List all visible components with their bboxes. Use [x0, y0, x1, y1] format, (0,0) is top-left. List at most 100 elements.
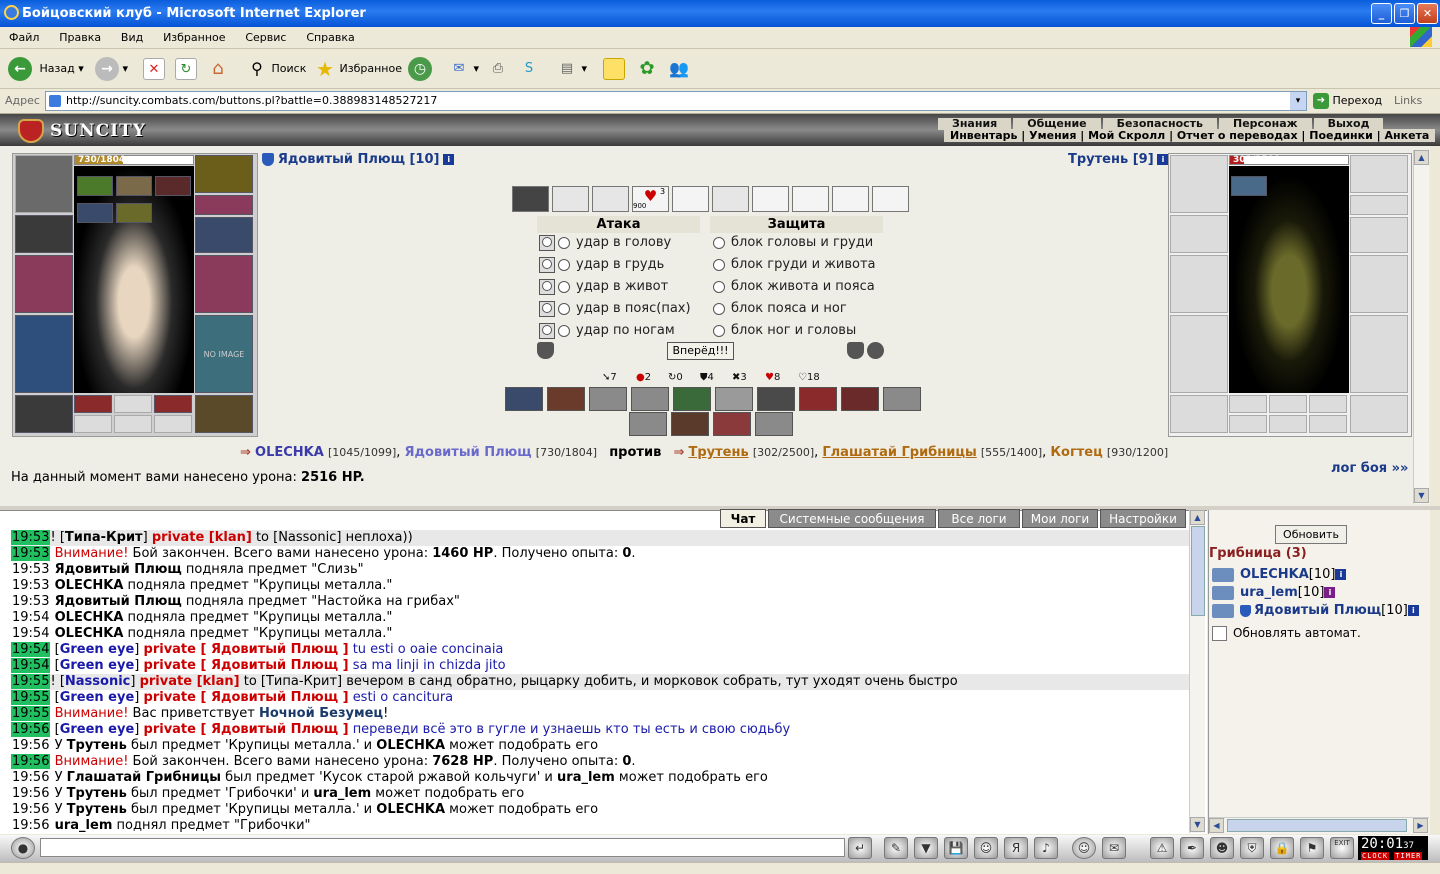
lock-icon[interactable]: 🔒	[1270, 837, 1294, 859]
buff-icon-4[interactable]	[77, 203, 113, 223]
tab-system-messages[interactable]: Системные сообщения	[768, 509, 936, 528]
defense-shield-icon[interactable]	[537, 342, 554, 359]
mail-button[interactable]: ✉ ▾	[448, 56, 479, 82]
room-player-name[interactable]: Ядовитый Плющ	[1254, 603, 1381, 618]
minimize-button[interactable]: _	[1371, 3, 1392, 24]
ring-slot-3[interactable]	[154, 415, 192, 433]
tactic-slot-7[interactable]	[752, 186, 789, 212]
boots-slot[interactable]	[195, 395, 253, 433]
room-player-info-icon[interactable]: i	[1324, 587, 1336, 598]
auto-update-toggle[interactable]: Обновлять автомат.	[1212, 626, 1361, 641]
skill-11[interactable]	[629, 412, 667, 436]
menu-view[interactable]: Вид	[112, 27, 150, 44]
room-player-info-icon[interactable]: i	[1335, 569, 1347, 580]
enemy-ring-2[interactable]	[1269, 415, 1307, 433]
eraser-icon[interactable]: ✎	[884, 837, 908, 859]
enemy-gloves-slot[interactable]	[1350, 217, 1408, 253]
menu-edit[interactable]: Правка	[50, 27, 108, 44]
attack-groin[interactable]: удар в пояс(пах)	[539, 298, 691, 320]
scroll-down-icon[interactable]: ▼	[1414, 488, 1429, 503]
person-icon[interactable]: ☺	[974, 837, 998, 859]
enemy-amulet-slot[interactable]	[1350, 155, 1408, 193]
skill-5[interactable]	[673, 387, 711, 411]
refresh-page-button[interactable]: ↻	[175, 56, 197, 82]
tactic-slot-6[interactable]	[712, 186, 749, 212]
room-player-info-icon[interactable]: i	[1407, 605, 1419, 616]
quill-icon[interactable]: ✒	[1180, 837, 1204, 859]
chat-scroll-up-icon[interactable]: ▲	[1190, 510, 1205, 525]
enemy-bracers-slot[interactable]	[1170, 215, 1228, 253]
earrings-slot[interactable]	[195, 195, 253, 215]
enemy-ring-1[interactable]	[1229, 415, 1267, 433]
favorites-button[interactable]: ★ Избранное	[314, 56, 402, 82]
enemy-pants-slot[interactable]	[1350, 315, 1408, 393]
attack-chest[interactable]: удар в грудь	[539, 254, 664, 276]
enemy-boots-slot[interactable]	[1350, 395, 1408, 433]
home-button[interactable]: ⌂	[207, 56, 229, 82]
player-action-icon[interactable]	[1212, 585, 1234, 600]
team1-player-2[interactable]: Ядовитый Плющ	[405, 445, 532, 460]
close-button[interactable]: ✕	[1417, 3, 1438, 24]
room-player-name[interactable]: OLECHKA	[1240, 567, 1309, 582]
chat-scrollbar[interactable]: ▲ ▼	[1189, 510, 1205, 833]
tab-all-logs[interactable]: Все логи	[938, 509, 1020, 528]
users-button[interactable]: 👥	[668, 56, 690, 82]
block-belly-belt[interactable]: блок живота и пояса	[713, 276, 875, 298]
save-log-icon[interactable]: 💾	[944, 837, 968, 859]
auto-update-checkbox[interactable]	[1212, 626, 1227, 641]
sound-icon[interactable]: ♪	[1034, 837, 1058, 859]
sub-nav[interactable]: Инвентарь | Умения | Мой Скролл | Отчет …	[944, 129, 1436, 142]
enemy-potion-1[interactable]	[1229, 395, 1267, 413]
helmet-slot[interactable]	[15, 155, 73, 213]
print-button[interactable]: ⎙	[487, 56, 509, 82]
block-chest-belly[interactable]: блок груди и живота	[713, 254, 876, 276]
tactic-slot-9[interactable]	[832, 186, 869, 212]
potion-slot-1[interactable]	[74, 395, 112, 413]
tactic-slot-1[interactable]	[512, 186, 549, 212]
team2-player-1[interactable]: Трутень	[688, 445, 748, 460]
edit-button[interactable]: ▤ ▾	[556, 56, 587, 82]
gloves-slot[interactable]	[195, 217, 253, 253]
skill-4[interactable]	[631, 387, 669, 411]
potion-slot-2[interactable]	[114, 395, 152, 413]
block-legs-head[interactable]: блок ног и головы	[713, 320, 856, 342]
buff-icon-1[interactable]	[77, 176, 113, 196]
buff-icon-3[interactable]	[155, 176, 191, 196]
menu-file[interactable]: Файл	[0, 27, 46, 44]
chat-mode-icon[interactable]: ●	[11, 837, 35, 859]
translit-icon[interactable]: Я	[1004, 837, 1028, 859]
player-name[interactable]: Ядовитый Плющ [10]	[278, 152, 440, 167]
enemy-earrings-slot[interactable]	[1350, 195, 1408, 215]
ring-slot-2[interactable]	[114, 415, 152, 433]
scroll-up-icon[interactable]: ▲	[1414, 150, 1429, 165]
mask-icon[interactable]: ☻	[1210, 837, 1234, 859]
go-button[interactable]: ➜ Переход	[1313, 91, 1382, 111]
tactic-slot-2[interactable]	[552, 186, 589, 212]
skill-6[interactable]	[715, 387, 753, 411]
address-dropdown-icon[interactable]: ▾	[1290, 92, 1306, 110]
room-scroll-thumb[interactable]	[1227, 819, 1407, 832]
gift-icon[interactable]: ✉	[1102, 837, 1126, 859]
clover-button[interactable]: ✿	[636, 56, 658, 82]
skill-8[interactable]	[799, 387, 837, 411]
armor-slot[interactable]	[15, 315, 73, 393]
search-button[interactable]: ⚲ Поиск	[246, 56, 306, 82]
enemy-weapon-slot[interactable]	[1170, 255, 1228, 313]
chat-input[interactable]	[40, 838, 845, 857]
battle-log-link[interactable]: лог боя »»	[1331, 461, 1408, 476]
send-icon[interactable]: ↵	[848, 837, 872, 859]
attack-legs[interactable]: удар по ногам	[539, 320, 675, 342]
potion-slot-3[interactable]	[154, 395, 192, 413]
skill-9[interactable]	[841, 387, 879, 411]
flag-icon[interactable]: ⚑	[1300, 837, 1324, 859]
enemy-armor-slot[interactable]	[1170, 315, 1228, 393]
attack-belly[interactable]: удар в живот	[539, 276, 668, 298]
back-button[interactable]: ← Назад ▾	[8, 56, 84, 82]
enemy-belt-slot[interactable]	[1170, 395, 1228, 433]
buff-icon-2[interactable]	[116, 176, 152, 196]
skill-7[interactable]	[757, 387, 795, 411]
info-icon[interactable]: i	[443, 154, 455, 165]
skill-13[interactable]	[713, 412, 751, 436]
skill-1[interactable]	[505, 387, 543, 411]
forward-nav-button[interactable]: → ▾	[95, 56, 128, 82]
